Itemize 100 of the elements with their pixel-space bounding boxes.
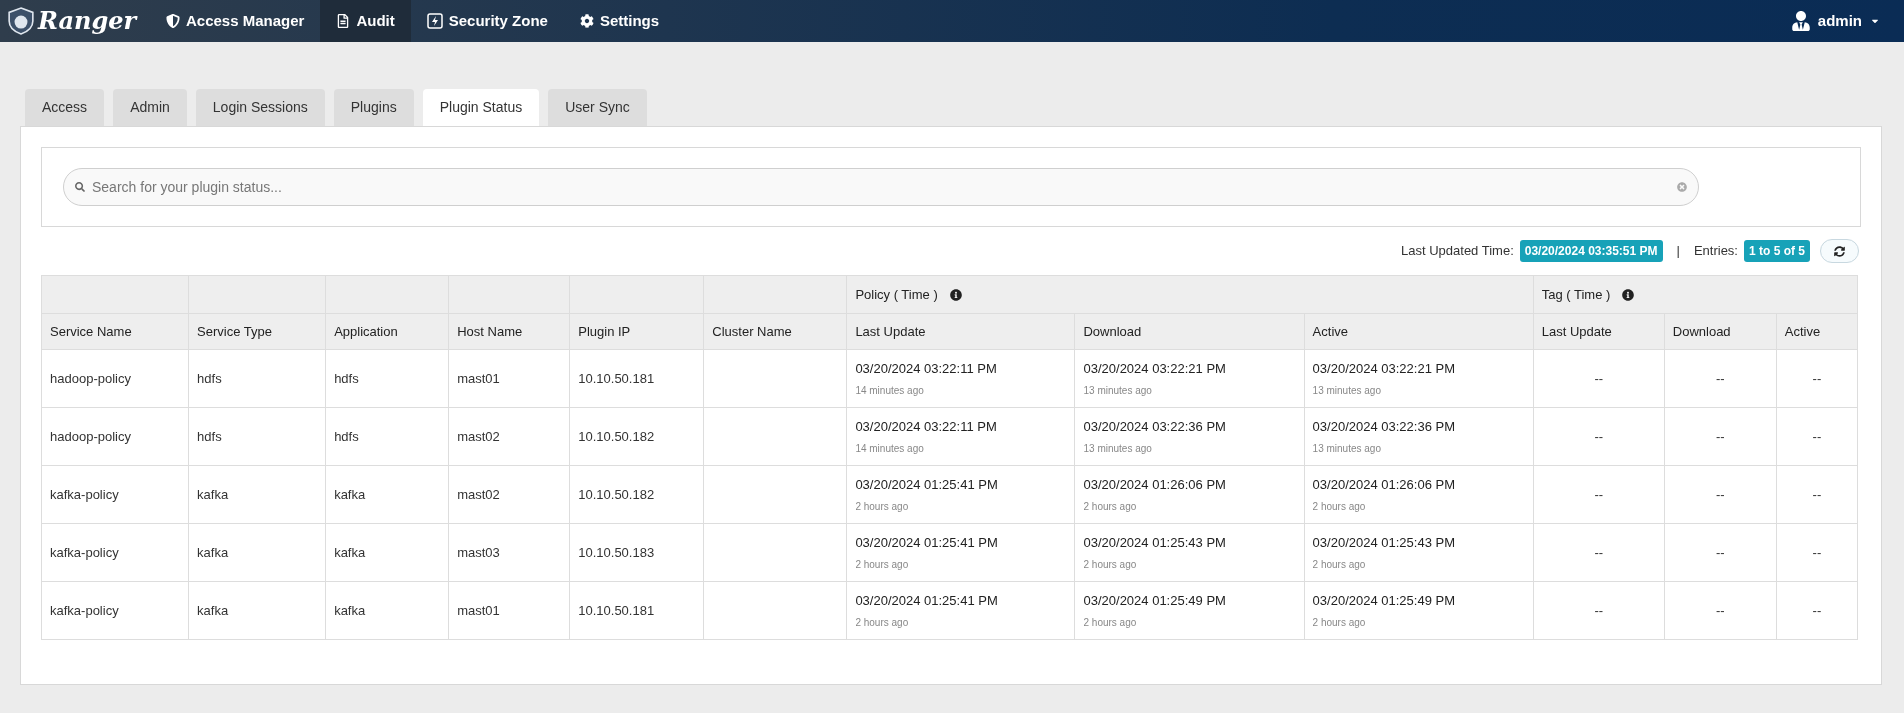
clear-icon (1677, 182, 1687, 192)
column-group-header: Policy ( Time ) (855, 285, 938, 304)
table-cell: -- (1664, 465, 1777, 524)
timestamp: 03/20/2024 03:22:11 PM (855, 418, 998, 437)
column-group-header: Tag ( Time ) (1541, 285, 1611, 304)
shield-logo-icon (8, 7, 34, 35)
brand-name[interactable]: Ranger (38, 3, 137, 39)
table-cell: -- (1533, 523, 1665, 582)
table-cell: -- (1533, 581, 1665, 640)
timestamp: 03/20/2024 01:26:06 PM (1083, 476, 1227, 495)
info-icon (1622, 288, 1635, 301)
table-cell: -- (1776, 349, 1858, 408)
table-cell: mast01 (448, 581, 570, 640)
table-cell: -- (1664, 407, 1777, 466)
table-cell: 10.10.50.182 (569, 407, 704, 466)
column-header: Application (325, 313, 449, 350)
entries-label: Entries: (1693, 242, 1738, 261)
column-header: Last Update (1533, 313, 1665, 350)
table-cell: -- (1776, 581, 1858, 640)
table-cell: kafka (325, 581, 449, 640)
nav-link[interactable]: Settings (563, 0, 676, 42)
table-cell: -- (1776, 465, 1858, 524)
bolt-icon (426, 13, 443, 29)
timestamp: 03/20/2024 01:25:49 PM (1312, 592, 1456, 611)
nav-link[interactable]: Audit (320, 0, 411, 42)
table-cell: hadoop-policy (41, 349, 189, 408)
timestamp: 03/20/2024 01:25:41 PM (855, 592, 999, 611)
table-cell: -- (1533, 465, 1665, 524)
tab[interactable]: User Sync (548, 89, 647, 126)
table-cell: -- (1664, 349, 1777, 408)
table-cell: hadoop-policy (41, 407, 189, 466)
table-cell: kafka (325, 465, 449, 524)
column-header: Service Name (41, 313, 189, 350)
tab[interactable]: Access (25, 89, 105, 126)
timestamp: 03/20/2024 01:25:49 PM (1083, 592, 1227, 611)
table-cell: -- (1664, 581, 1777, 640)
relative-time: 2 hours ago (1312, 615, 1367, 630)
relative-time: 14 minutes ago (855, 383, 925, 398)
timestamp: 03/20/2024 01:25:41 PM (855, 534, 999, 553)
relative-time: 14 minutes ago (855, 441, 925, 456)
table-cell: 10.10.50.181 (569, 581, 704, 640)
relative-time: 2 hours ago (1312, 557, 1367, 572)
search-field[interactable]: Search for your plugin status... (63, 168, 1699, 206)
tab[interactable]: Login Sessions (195, 89, 325, 126)
separator: | (1676, 242, 1680, 261)
nav-link[interactable]: Access Manager (150, 0, 321, 42)
timestamp: 03/20/2024 01:25:43 PM (1083, 534, 1227, 553)
timestamp: 03/20/2024 01:26:06 PM (1312, 476, 1456, 495)
table-cell: hdfs (325, 349, 449, 408)
column-header: Active (1776, 313, 1858, 350)
user-menu[interactable]: admin (1817, 9, 1880, 33)
table-cell: mast02 (448, 407, 570, 466)
column-header: Host Name (448, 313, 570, 350)
info-icon (949, 288, 962, 301)
table-cell: -- (1533, 407, 1665, 466)
refresh-icon (1834, 245, 1845, 257)
column-header: Service Type (188, 313, 326, 350)
table-cell: hdfs (325, 407, 449, 466)
user-icon (1791, 11, 1810, 31)
relative-time: 2 hours ago (1312, 499, 1367, 514)
timestamp: 03/20/2024 01:25:43 PM (1312, 534, 1456, 553)
table-cell: kafka (188, 523, 326, 582)
settings-icon (579, 14, 594, 28)
last-updated-label: Last Updated Time: (1401, 242, 1514, 261)
column-header: Plugin IP (569, 313, 704, 350)
table-cell: 10.10.50.183 (569, 523, 704, 582)
relative-time: 13 minutes ago (1312, 383, 1382, 398)
relative-time: 2 hours ago (855, 557, 910, 572)
relative-time: 2 hours ago (855, 499, 910, 514)
relative-time: 13 minutes ago (1312, 441, 1382, 456)
refresh-button[interactable] (1820, 239, 1859, 263)
tab[interactable]: Plugins (333, 89, 414, 126)
table-cell: kafka (325, 523, 449, 582)
table-cell: kafka-policy (41, 523, 189, 582)
timestamp: 03/20/2024 03:22:36 PM (1312, 418, 1456, 437)
table-cell: mast02 (448, 465, 570, 524)
column-header: Last Update (846, 313, 1075, 350)
last-updated-badge: 03/20/2024 03:35:51 PM (1519, 240, 1663, 262)
shield-icon (166, 14, 180, 28)
table-cell: mast01 (448, 349, 570, 408)
timestamp: 03/20/2024 03:22:21 PM (1312, 360, 1456, 379)
table-cell: hdfs (188, 407, 326, 466)
table-cell: -- (1533, 349, 1665, 408)
table-cell: -- (1776, 523, 1858, 582)
relative-time: 13 minutes ago (1083, 441, 1153, 456)
timestamp: 03/20/2024 03:22:11 PM (855, 360, 998, 379)
table-cell: kafka (188, 581, 326, 640)
search-icon (75, 182, 85, 192)
table-cell: hdfs (188, 349, 326, 408)
relative-time: 2 hours ago (855, 615, 910, 630)
timestamp: 03/20/2024 03:22:21 PM (1083, 360, 1227, 379)
tab[interactable]: Admin (113, 89, 187, 126)
table-cell: kafka-policy (41, 581, 189, 640)
table-cell: kafka-policy (41, 465, 189, 524)
document-icon (336, 14, 351, 28)
table-cell: mast03 (448, 523, 570, 582)
tab[interactable]: Plugin Status (422, 89, 540, 126)
relative-time: 2 hours ago (1083, 557, 1138, 572)
nav-link[interactable]: Security Zone (410, 0, 564, 42)
table-cell: 10.10.50.181 (569, 349, 704, 408)
